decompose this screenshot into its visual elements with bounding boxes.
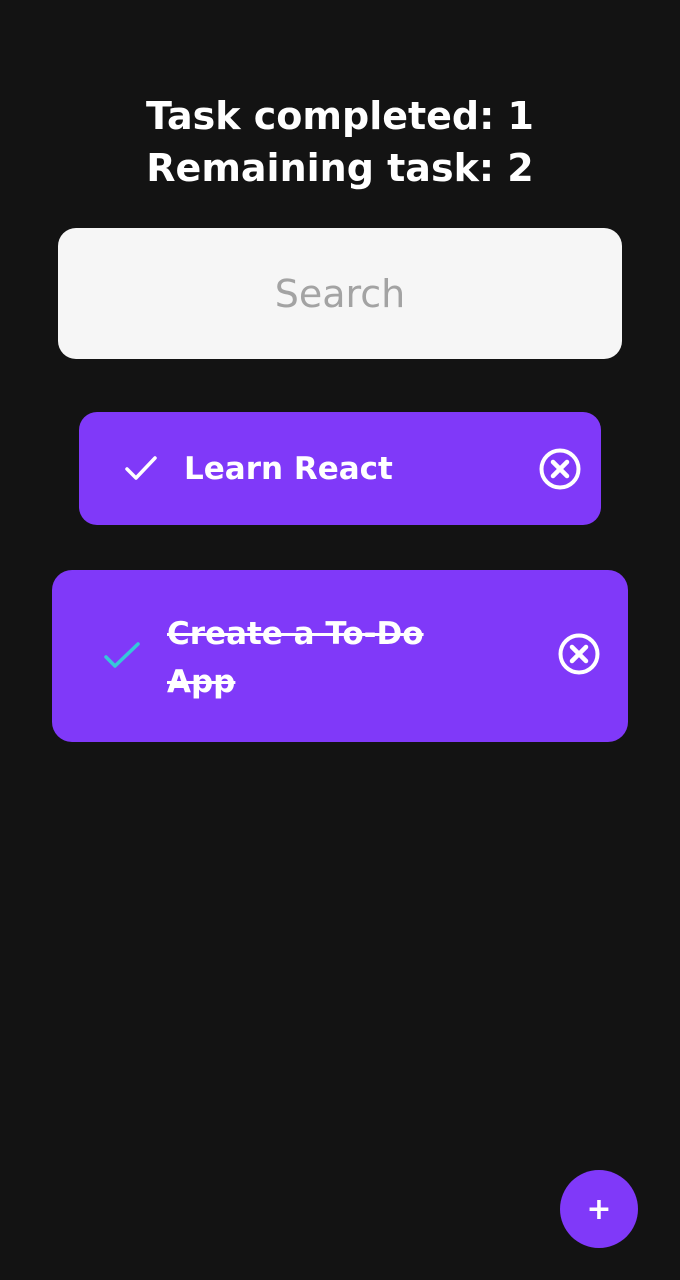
check-icon[interactable] (102, 636, 142, 676)
completed-count: Task completed: 1 (145, 94, 534, 138)
task-item-completed[interactable]: Create a To-Do App (52, 570, 628, 742)
todo-app: Task completed: 1 Remaining task: 2 Lear… (0, 0, 680, 1280)
plus-icon: + (586, 1191, 612, 1227)
remaining-count: Remaining task: 2 (146, 146, 534, 190)
close-circle-icon[interactable] (557, 632, 601, 676)
task-label: Learn React (184, 451, 393, 487)
task-item[interactable]: Learn React (79, 412, 601, 525)
check-icon[interactable] (121, 448, 161, 488)
add-task-button[interactable]: + (560, 1170, 638, 1248)
task-label: Create a To-Do App (167, 616, 424, 700)
search-input[interactable] (58, 228, 622, 359)
task-counters: Task completed: 1 Remaining task: 2 (0, 90, 680, 194)
close-circle-icon[interactable] (538, 447, 582, 491)
